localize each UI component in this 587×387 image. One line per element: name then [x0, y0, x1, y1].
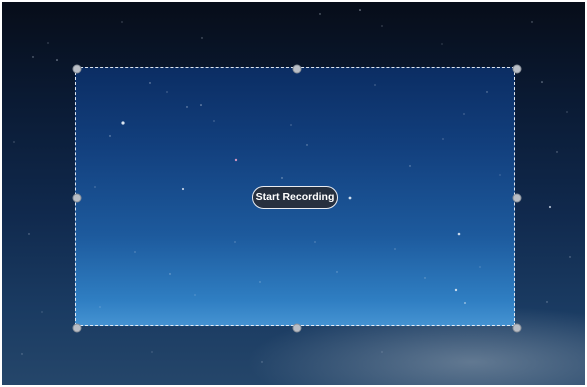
resize-handle-top-left[interactable]: [72, 64, 82, 74]
resize-handle-bottom-left[interactable]: [72, 323, 82, 333]
start-recording-button[interactable]: Start Recording: [252, 186, 338, 209]
resize-handle-bottom[interactable]: [292, 323, 302, 333]
resize-handle-right[interactable]: [512, 193, 522, 203]
resize-handle-left[interactable]: [72, 193, 82, 203]
resize-handle-top[interactable]: [292, 64, 302, 74]
resize-handle-bottom-right[interactable]: [512, 323, 522, 333]
resize-handle-top-right[interactable]: [512, 64, 522, 74]
